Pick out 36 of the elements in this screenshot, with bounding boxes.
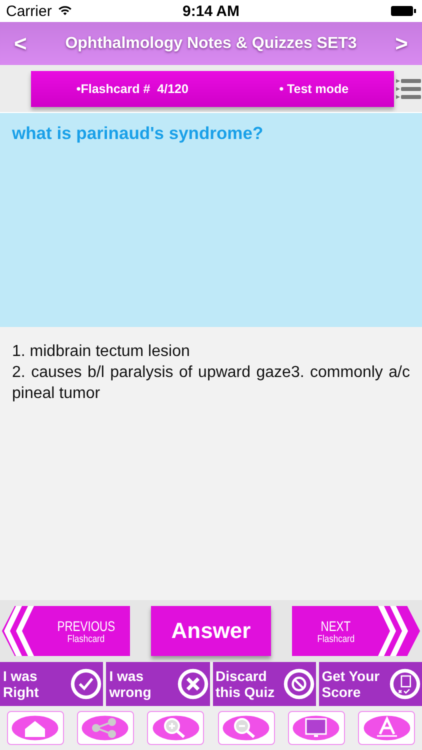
monitor-icon: [291, 714, 342, 742]
answer-text: 2. causes b/l paralysis of upward gaze3. commonly a/c pineal tumor: [12, 363, 410, 404]
wifi-icon: [56, 4, 73, 18]
no-entry-icon: [282, 668, 315, 700]
answer-text: 1. midbrain tectum lesion: [12, 342, 191, 362]
cross-icon: [176, 668, 208, 700]
carrier-label: Carrier: [6, 2, 52, 20]
menu-icon[interactable]: [396, 78, 420, 100]
zoom-in-button[interactable]: [147, 711, 204, 745]
zoom-out-icon: [221, 714, 272, 742]
font-icon: [362, 714, 412, 742]
home-button[interactable]: [6, 711, 64, 745]
clock-time: 9:14 AM: [182, 2, 240, 20]
action-button[interactable]: Get Your Score: [318, 662, 422, 706]
clipboard-icon: [389, 668, 421, 700]
share-button[interactable]: [76, 711, 134, 745]
previous-button[interactable]: PREVIOUS Flashcard: [2, 606, 130, 656]
action-button[interactable]: Discard this Quiz: [212, 662, 316, 706]
forward-button[interactable]: >: [391, 30, 412, 56]
zoom-in-icon: [150, 714, 201, 742]
check-icon: [70, 668, 102, 700]
nav-title: Ophthalmology Notes & Quizzes SET3: [64, 34, 358, 52]
flashcard-counter: •Flashcard # 4/120: [76, 82, 188, 96]
back-button[interactable]: <: [10, 30, 31, 56]
answer-button[interactable]: Answer: [151, 606, 271, 656]
action-button[interactable]: I was Right: [0, 662, 104, 706]
mode-label: • Test mode: [279, 82, 349, 96]
action-button[interactable]: I was wrong: [106, 662, 210, 706]
next-button[interactable]: NEXT Flashcard: [292, 606, 420, 656]
zoom-out-button[interactable]: [218, 711, 275, 745]
battery-icon: [391, 6, 416, 16]
share-icon: [80, 714, 130, 742]
question-text: what is parinaud's syndrome?: [12, 123, 264, 144]
font-button[interactable]: [358, 711, 416, 745]
home-icon: [10, 714, 60, 742]
screen-button[interactable]: [288, 711, 345, 745]
